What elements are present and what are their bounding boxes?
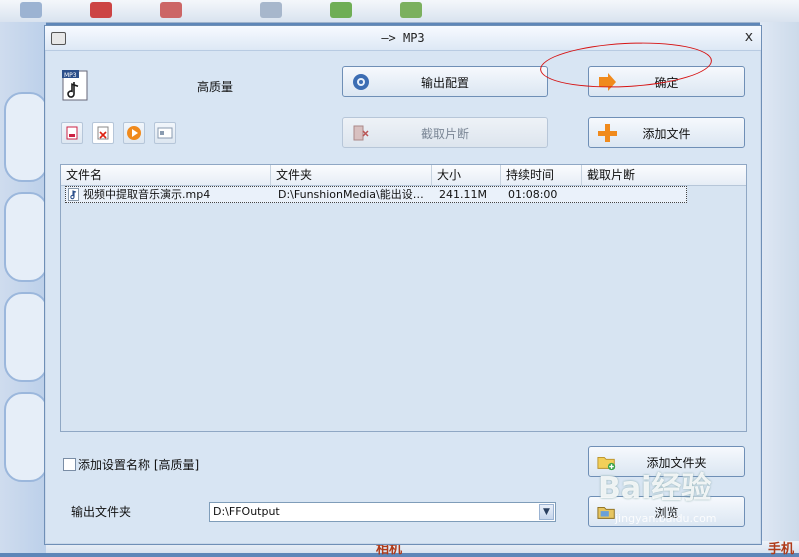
bg-tool-icon	[90, 2, 112, 18]
close-button[interactable]: x	[745, 29, 753, 45]
baidu-watermark-url: jingyan.baidu.com	[615, 512, 717, 525]
dialog-titlebar: —> MP3 x	[45, 26, 761, 51]
output-folder-select[interactable]: D:\FFOutput ▼	[209, 502, 556, 522]
delete-icon	[97, 126, 109, 140]
table-row[interactable]: 视频中提取音乐演示.mp4 D:\FunshionMedia\能出设… 241.…	[65, 186, 687, 203]
add-setting-name-label: 添加设置名称 [高质量]	[78, 458, 200, 472]
chevron-down-icon[interactable]: ▼	[539, 504, 554, 520]
play-icon	[127, 126, 141, 140]
column-header-duration[interactable]: 持续时间	[501, 165, 582, 185]
dialog-title: —> MP3	[381, 31, 425, 45]
output-config-label: 输出配置	[420, 76, 469, 90]
ok-label: 确定	[654, 76, 679, 90]
output-folder-value: D:\FFOutput	[213, 505, 280, 518]
output-config-button[interactable]: 输出配置	[342, 66, 548, 97]
remove-button[interactable]	[61, 122, 83, 144]
baidu-watermark: Bai经验	[598, 471, 712, 506]
bg-tool-icon	[330, 2, 352, 18]
column-header-folder[interactable]: 文件夹	[271, 165, 432, 185]
add-file-button[interactable]: 添加文件	[588, 117, 745, 148]
svg-text:MP3: MP3	[64, 72, 77, 79]
audio-file-icon	[68, 188, 79, 201]
duration-cell: 01:08:00	[508, 188, 558, 201]
clip-label: 截取片断	[420, 127, 469, 141]
bg-tool-icon	[400, 2, 422, 18]
bg-tool-icon	[260, 2, 282, 18]
background-right-panel	[760, 22, 799, 541]
add-file-label: 添加文件	[642, 127, 691, 141]
delete-button[interactable]	[92, 122, 114, 144]
clip-cell	[589, 187, 684, 202]
bg-left-pill	[4, 92, 48, 182]
file-table: 文件名 文件夹 大小 持续时间 截取片断 视频中提取音乐演示.mp4 D:\Fu…	[60, 164, 747, 432]
add-setting-name-checkbox[interactable]	[63, 458, 76, 471]
bg-left-pill	[4, 392, 48, 482]
background-toolbar	[0, 0, 799, 23]
column-header-name[interactable]: 文件名	[61, 165, 271, 185]
info-card-icon	[157, 127, 173, 139]
table-header: 文件名 文件夹 大小 持续时间 截取片断	[61, 165, 746, 186]
column-header-clip[interactable]: 截取片断	[582, 165, 746, 185]
folder-cell: D:\FunshionMedia\能出设…	[278, 188, 424, 201]
bg-left-pill	[4, 292, 48, 382]
output-folder-label: 输出文件夹	[71, 505, 132, 519]
preset-name: 高质量	[197, 80, 234, 94]
size-cell: 241.11M	[439, 188, 487, 201]
column-header-size[interactable]: 大小	[432, 165, 501, 185]
file-name-cell: 视频中提取音乐演示.mp4	[83, 188, 211, 201]
bg-left-pill	[4, 192, 48, 282]
bg-tool-icon	[160, 2, 182, 18]
info-button[interactable]	[154, 122, 176, 144]
bg-tool-icon	[20, 2, 42, 18]
remove-file-icon	[66, 126, 78, 140]
background-left-panel	[0, 22, 48, 553]
mp3-file-icon: MP3	[62, 70, 88, 101]
clip-button[interactable]: 截取片断	[342, 117, 548, 148]
bg-bottom-text: 手机	[768, 542, 795, 557]
ok-button[interactable]: 确定	[588, 66, 745, 97]
play-button[interactable]	[123, 122, 145, 144]
